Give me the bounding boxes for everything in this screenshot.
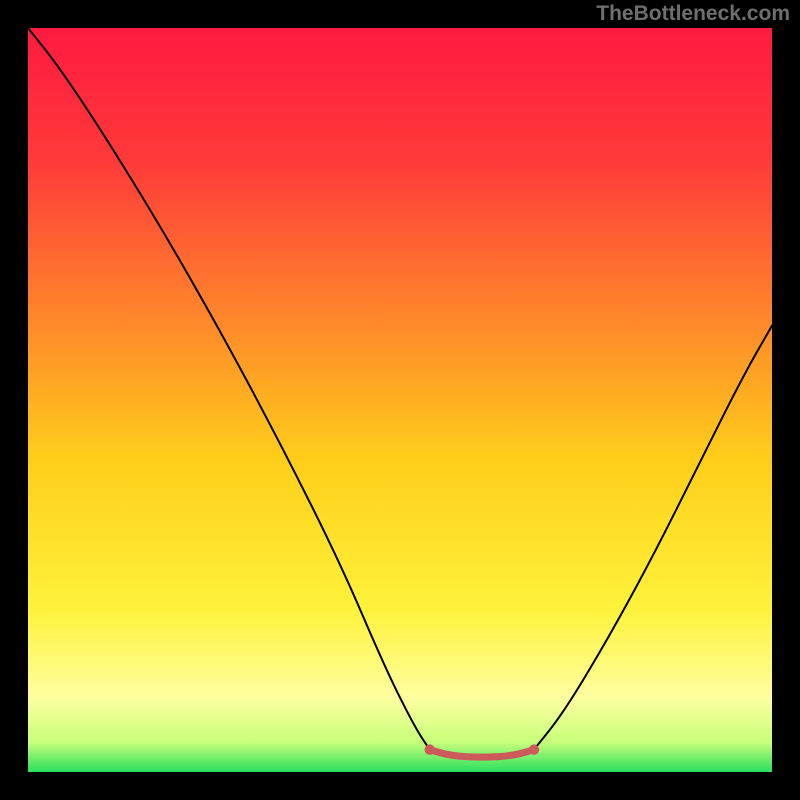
chart-frame: TheBottleneck.com bbox=[0, 0, 800, 800]
valley-endpoint bbox=[529, 744, 540, 755]
valley-endpoint bbox=[425, 744, 436, 755]
bottleneck-chart bbox=[28, 28, 772, 772]
watermark-text: TheBottleneck.com bbox=[596, 2, 790, 26]
gradient-rect bbox=[28, 28, 772, 772]
